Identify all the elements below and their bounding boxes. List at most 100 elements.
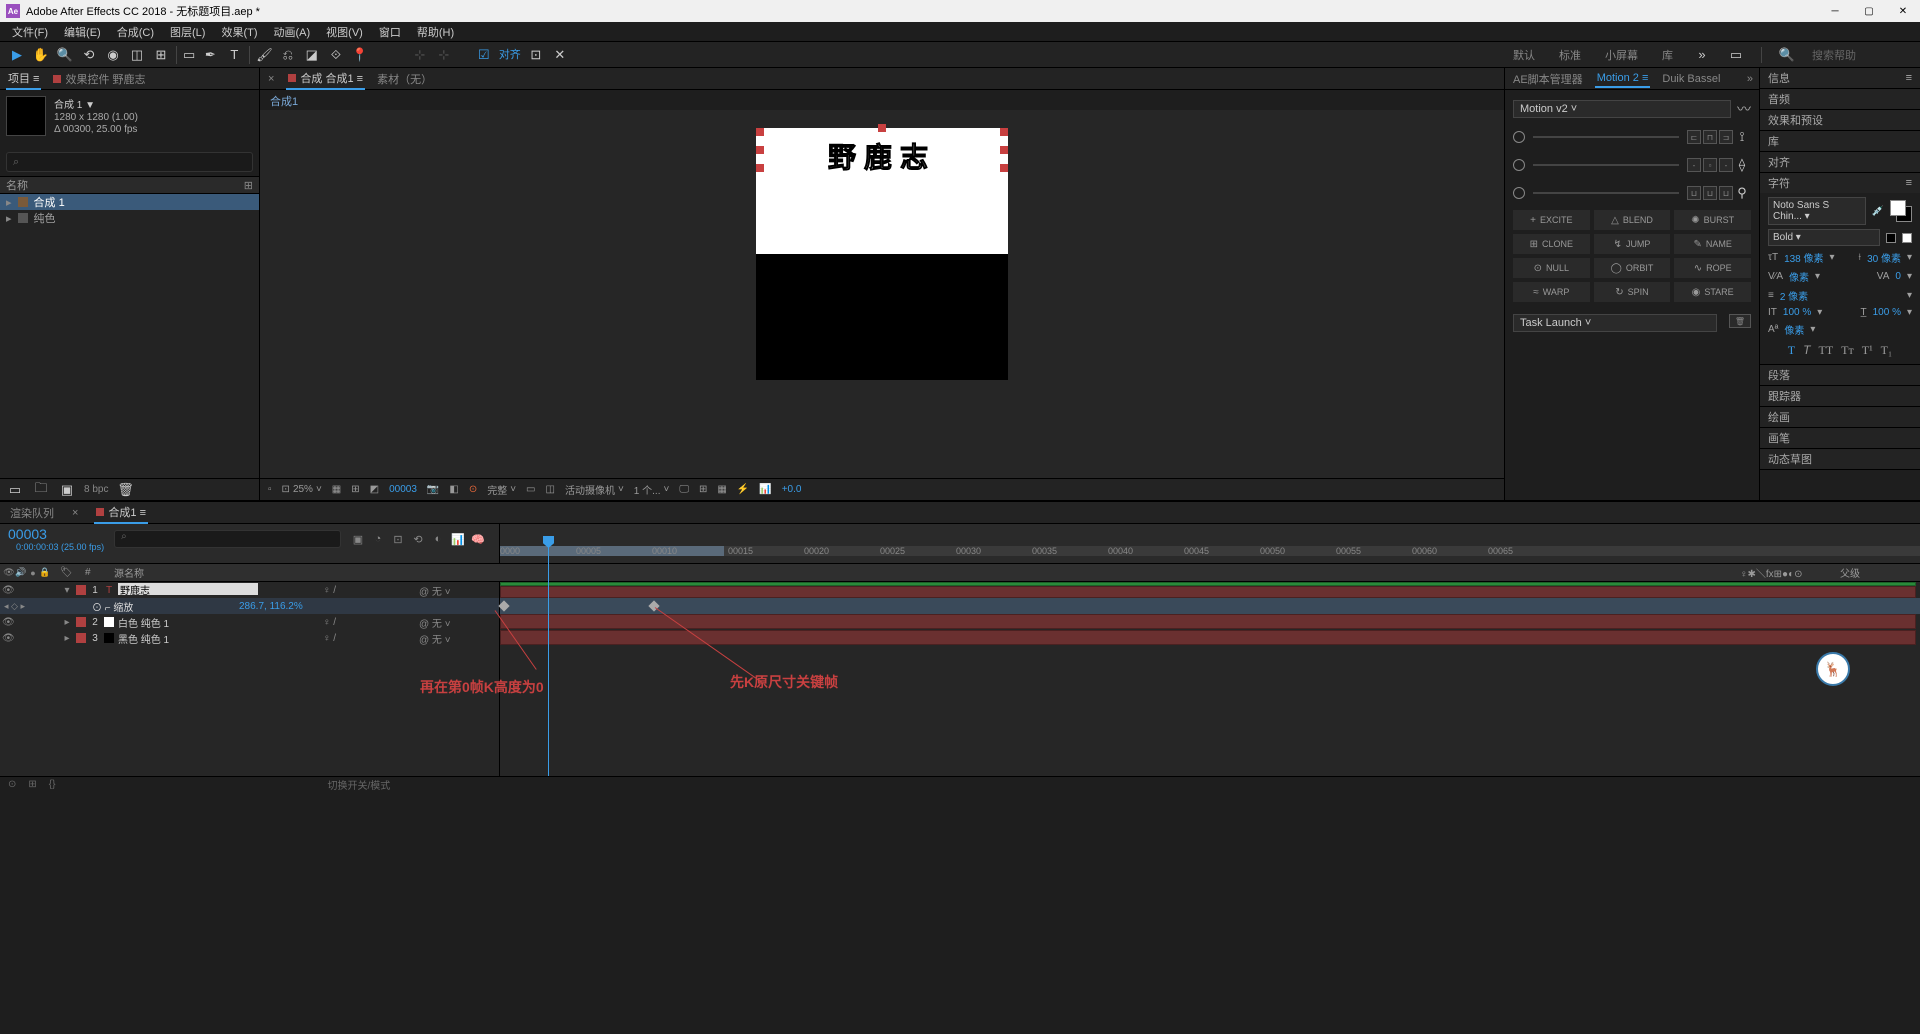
text-tool[interactable]: T	[225, 46, 243, 64]
toggle-btn2[interactable]: ⊞	[28, 779, 36, 790]
motion-btn-jump[interactable]: ↯JUMP	[1594, 234, 1671, 254]
project-item-comp[interactable]: ▸ 合成 1	[0, 194, 259, 210]
text-layer[interactable]: 野鹿志	[766, 136, 998, 168]
layer3-bar[interactable]	[500, 630, 1916, 645]
puppet-tool[interactable]: 📍	[351, 46, 369, 64]
layer-name-input[interactable]	[118, 583, 258, 595]
motion-btn-burst[interactable]: ✺BURST	[1674, 210, 1751, 230]
tab-close-icon[interactable]: ×	[266, 71, 276, 87]
menu-file[interactable]: 文件(F)	[4, 24, 56, 40]
view-icon2[interactable]: ⊞	[699, 484, 707, 495]
tl-icon-comp[interactable]: ▣	[351, 532, 365, 546]
motion-btn-blend[interactable]: △BLEND	[1594, 210, 1671, 230]
selection-tool[interactable]: ▶	[8, 46, 26, 64]
zoom-selector[interactable]: ⊡ 25% ˅	[282, 484, 322, 495]
slider1[interactable]	[1533, 136, 1679, 138]
font-family-selector[interactable]: Noto Sans S Chin... ▾	[1768, 197, 1866, 225]
mini-swatch1[interactable]	[1886, 233, 1896, 243]
minimize-button[interactable]: ─	[1818, 0, 1852, 22]
tl-icon-fb[interactable]: ⟲	[411, 532, 425, 546]
layer1-bar[interactable]	[500, 586, 1916, 598]
snap-checkbox[interactable]: ☑	[475, 46, 493, 64]
slider3[interactable]	[1533, 192, 1679, 194]
tab-composition[interactable]: 合成 合成1 ≡	[286, 68, 365, 90]
superscript[interactable]: T¹	[1862, 343, 1873, 358]
fast-prev-icon[interactable]: ⚡	[737, 484, 749, 495]
res-half-icon[interactable]: ▦	[332, 484, 341, 495]
interpret-icon[interactable]: ▭	[6, 481, 24, 499]
smallcaps[interactable]: Tᴛ	[1841, 343, 1854, 358]
motion-btn-clone[interactable]: ⊞CLONE	[1513, 234, 1590, 254]
menu-view[interactable]: 视图(V)	[318, 24, 371, 40]
panel-character[interactable]: 字符≡	[1760, 173, 1920, 193]
tab-footage[interactable]: 素材（无）	[375, 69, 434, 89]
snapshot-icon[interactable]: 📷	[427, 484, 439, 495]
tl-icon-draft[interactable]: ⊡	[391, 532, 405, 546]
allcaps[interactable]: TT	[1818, 343, 1833, 358]
handle-tr[interactable]	[1000, 128, 1008, 136]
work-area[interactable]	[500, 546, 724, 556]
handle-ml[interactable]	[756, 146, 764, 154]
kerning-input[interactable]: 像素	[1789, 269, 1809, 284]
leading-input[interactable]: 30 像素	[1867, 250, 1901, 265]
handle-br[interactable]	[1000, 164, 1008, 172]
transparency-icon[interactable]: ◫	[546, 484, 555, 495]
brush-tool[interactable]: 🖌	[249, 46, 273, 64]
resolution-selector[interactable]: 完整 ˅	[487, 482, 516, 497]
playhead[interactable]	[548, 542, 549, 776]
mask-icon[interactable]: ◩	[370, 484, 379, 495]
scale-value[interactable]: 286.7, 116.2%	[239, 601, 419, 612]
col-parent[interactable]: 父级	[1840, 565, 1920, 580]
anchor2-icon[interactable]: ⟠	[1733, 156, 1751, 174]
tab-script-manager[interactable]: AE脚本管理器	[1511, 69, 1585, 89]
faux-italic[interactable]: T	[1803, 343, 1810, 358]
handle-tl[interactable]	[756, 128, 764, 136]
workspace-standard[interactable]: 标准	[1555, 47, 1585, 63]
slider2[interactable]	[1533, 164, 1679, 166]
panel-paragraph[interactable]: 段落	[1760, 365, 1920, 385]
baseline-input[interactable]: 像素	[1784, 322, 1804, 337]
tab-close-tl[interactable]: ×	[70, 505, 80, 521]
motion-btn-orbit[interactable]: ◯ORBIT	[1594, 258, 1671, 278]
panel-lib[interactable]: 库	[1760, 131, 1920, 151]
motion-btn-rope[interactable]: ∿ROPE	[1674, 258, 1751, 278]
close-button[interactable]: ✕	[1886, 0, 1920, 22]
motion-btn-excite[interactable]: +EXCITE	[1513, 210, 1590, 230]
channel-icon[interactable]: ⊙	[469, 484, 477, 495]
time-ruler[interactable]: 0000000050001000015000200002500030000350…	[500, 546, 1920, 564]
toggle-switches-label[interactable]: 切换开关/模式	[327, 777, 390, 792]
snap-opt2-icon[interactable]: ✕	[551, 46, 569, 64]
align-r[interactable]: ⊐	[1719, 130, 1733, 144]
toggle-btn3[interactable]: {}	[49, 779, 56, 790]
align-bl[interactable]: ⊔	[1687, 186, 1701, 200]
tl-icon-shy[interactable]: ◔	[371, 532, 385, 546]
anchor1-icon[interactable]: ⟟	[1733, 128, 1751, 146]
views-selector[interactable]: 1 个... ˅	[634, 482, 670, 497]
layer2-bar[interactable]	[500, 614, 1916, 629]
project-search-input[interactable]: ⌕	[6, 152, 253, 172]
font-weight-selector[interactable]: Bold ▾	[1768, 229, 1880, 246]
show-snap-icon[interactable]: ◧	[449, 484, 458, 495]
motion-preset-selector[interactable]: Motion v2 ˅	[1513, 100, 1731, 118]
panel-motion-sketch[interactable]: 动态草图	[1760, 449, 1920, 469]
new-comp-icon[interactable]: ▣	[58, 481, 76, 499]
keyframe-nav[interactable]: ◂ ◇ ▸	[0, 601, 56, 612]
workspace-small[interactable]: 小屏幕	[1601, 47, 1642, 63]
project-item-folder[interactable]: ▸ 纯色	[0, 210, 259, 226]
motion-btn-spin[interactable]: ↻SPIN	[1594, 282, 1671, 302]
exposure-value[interactable]: +0.0	[782, 484, 802, 495]
workspace-lib[interactable]: 库	[1658, 47, 1677, 63]
panel-fx-presets[interactable]: 效果和预设	[1760, 110, 1920, 130]
menu-edit[interactable]: 编辑(E)	[56, 24, 109, 40]
task-delete-icon[interactable]: 🗑	[1729, 314, 1751, 328]
maximize-button[interactable]: ▢	[1852, 0, 1886, 22]
handle-mr[interactable]	[1000, 146, 1008, 154]
handle-tc[interactable]	[878, 124, 886, 132]
pan-behind-tool[interactable]: ⊞	[152, 46, 170, 64]
anchor3-icon[interactable]: ⚲	[1733, 184, 1751, 202]
workspace-default[interactable]: 默认	[1509, 47, 1539, 63]
grid-icon[interactable]: ⊞	[351, 484, 359, 495]
composition-viewer[interactable]: 野鹿志	[260, 110, 1504, 478]
workspace-more-icon[interactable]: »	[1693, 46, 1711, 64]
prop-row-scale[interactable]: ◂ ◇ ▸⊙ ⌐ 缩放286.7, 116.2%	[0, 598, 499, 614]
